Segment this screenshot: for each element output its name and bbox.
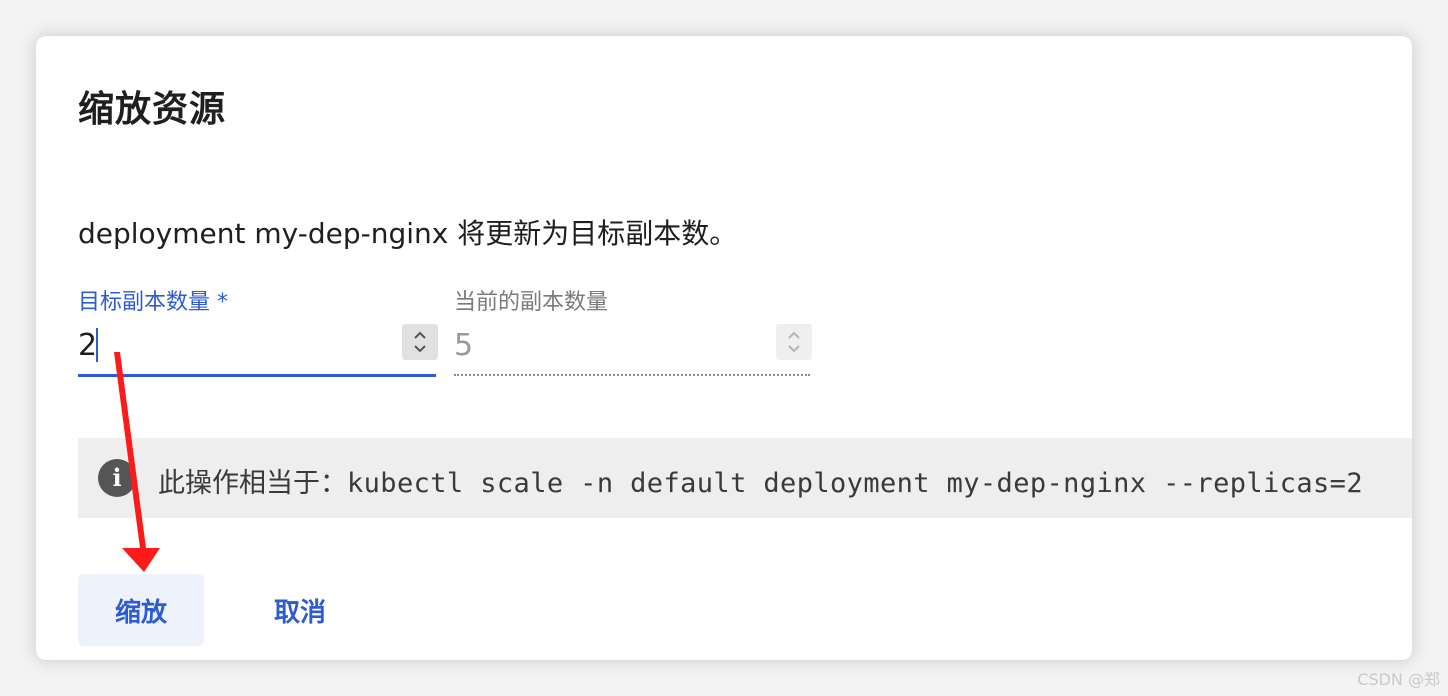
current-replicas-value: 5 (454, 328, 474, 363)
watermark: CSDN @郑 (1357, 670, 1440, 689)
cancel-button[interactable]: 取消 (248, 574, 352, 646)
target-replicas-stepper[interactable] (402, 324, 438, 360)
scale-button[interactable]: 缩放 (78, 574, 204, 646)
command-info-bar: i 此操作相当于：kubectl scale -n default deploy… (78, 438, 1412, 518)
kubectl-command: kubectl scale -n default deployment my-d… (347, 468, 1363, 499)
target-replicas-input[interactable]: 2 (78, 320, 438, 377)
current-replicas-stepper (776, 324, 812, 360)
text-caret (96, 328, 98, 362)
info-icon: i (98, 459, 136, 497)
scale-resource-dialog: 缩放资源 deployment my-dep-nginx 将更新为目标副本数。 … (36, 36, 1412, 660)
dialog-description: deployment my-dep-nginx 将更新为目标副本数。 (78, 217, 738, 250)
target-replicas-label: 目标副本数量 * (78, 290, 228, 315)
command-info-text: 此操作相当于：kubectl scale -n default deployme… (158, 461, 1363, 500)
stepper-up-down-icon (788, 331, 800, 353)
current-replicas-input: 5 (454, 320, 812, 376)
target-replicas-value[interactable]: 2 (78, 328, 97, 363)
dialog-title: 缩放资源 (78, 89, 227, 130)
command-info-prefix: 此操作相当于： (158, 468, 347, 499)
stepper-up-down-icon (414, 331, 426, 353)
current-replicas-label: 当前的副本数量 (454, 290, 609, 315)
